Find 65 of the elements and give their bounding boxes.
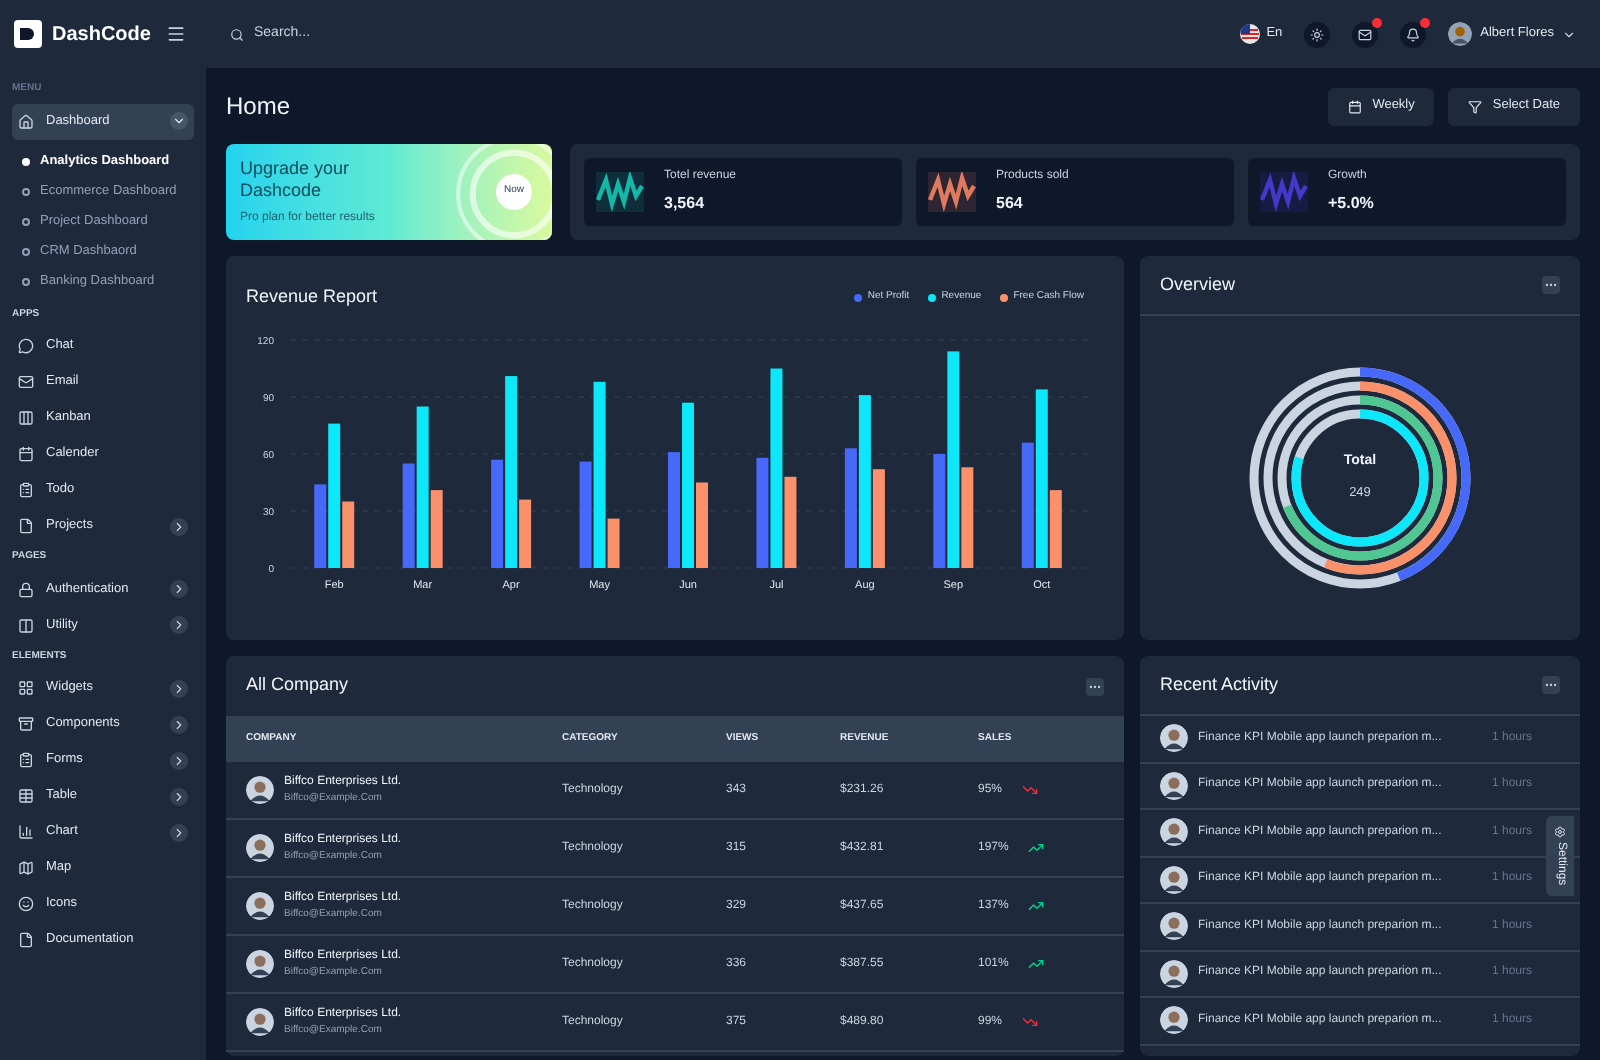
- search-icon: [230, 27, 244, 41]
- grid-icon: [18, 680, 34, 696]
- logo-icon: [14, 20, 42, 48]
- avatar: [1160, 1006, 1188, 1035]
- notification-button[interactable]: [1400, 21, 1427, 47]
- more-icon[interactable]: [1542, 676, 1560, 694]
- file-icon: [18, 932, 34, 948]
- trend-up-icon: [1028, 840, 1045, 856]
- stat-value: +5.0%: [1328, 192, 1374, 216]
- lock-icon: [18, 581, 34, 597]
- table-icon: [18, 788, 34, 804]
- trend-down-icon: [1022, 1014, 1039, 1030]
- flag-icon[interactable]: [1240, 24, 1261, 44]
- box-icon: [18, 716, 34, 732]
- avatar: [246, 1008, 274, 1036]
- bell-icon: [1406, 27, 1421, 41]
- stat-value: 564: [996, 192, 1025, 216]
- calendar-icon: [18, 446, 34, 462]
- avatar: [246, 892, 274, 920]
- calendar-icon: [1348, 99, 1363, 113]
- card-title: All Company: [246, 672, 349, 699]
- card-title: Recent Activity: [1160, 671, 1279, 698]
- smiley-icon: [18, 896, 34, 912]
- funnel-icon: [1468, 99, 1483, 113]
- file-icon: [18, 518, 34, 534]
- sparkline-icon: [596, 172, 644, 212]
- page-title: Home: [226, 90, 291, 124]
- avatar: [1160, 724, 1188, 753]
- stat-value: 3,564: [664, 192, 707, 216]
- more-icon[interactable]: [1086, 677, 1104, 695]
- brand-name: DashCode: [52, 21, 151, 49]
- avatar: [1160, 865, 1188, 894]
- card-title: Overview: [1160, 271, 1236, 298]
- bar-chart-icon: [18, 824, 34, 840]
- avatar: [1160, 818, 1188, 847]
- user-avatar[interactable]: [1448, 22, 1473, 46]
- sparkline-icon: [928, 172, 976, 212]
- settings-icon: [1554, 826, 1566, 839]
- avatar: [1160, 912, 1188, 941]
- trend-up-icon: [1028, 898, 1045, 914]
- card-title: Revenue Report: [246, 284, 378, 310]
- mail-icon: [18, 374, 34, 390]
- banner-title: Upgrade your Dashcode: [240, 157, 352, 201]
- avatar: [1160, 771, 1188, 800]
- theme-button[interactable]: [1304, 21, 1331, 47]
- avatar: [246, 776, 274, 804]
- menu-icon[interactable]: [166, 24, 186, 44]
- avatar: [246, 950, 274, 978]
- clipboard-icon: [18, 752, 34, 768]
- clipboard-icon: [18, 482, 34, 498]
- avatar: [246, 834, 274, 862]
- sparkline-icon: [1260, 172, 1308, 212]
- avatar: [1160, 959, 1188, 988]
- columns-icon: [18, 617, 34, 633]
- map-icon: [18, 860, 34, 876]
- chat-icon: [18, 338, 34, 354]
- chevron-down-icon[interactable]: [1562, 27, 1576, 41]
- mail-icon: [1358, 27, 1373, 41]
- trend-down-icon: [1022, 782, 1039, 798]
- sun-icon: [1310, 27, 1325, 41]
- mail-button[interactable]: [1352, 21, 1379, 47]
- home-icon: [18, 113, 34, 129]
- trend-up-icon: [1028, 956, 1045, 972]
- columns-icon: [18, 410, 34, 426]
- more-icon[interactable]: [1542, 276, 1560, 294]
